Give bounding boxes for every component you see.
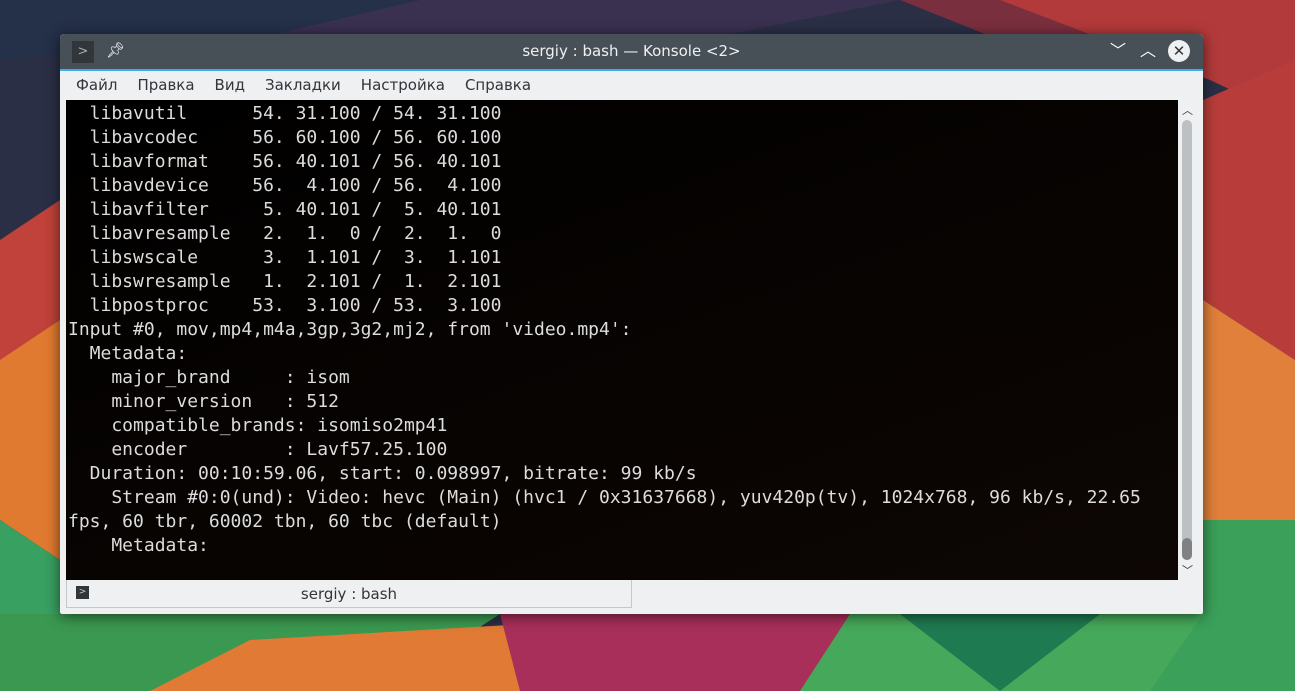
terminal-line: libavfilter 5. 40.101 / 5. 40.101 [68,199,502,220]
menu-help[interactable]: Справка [455,76,541,94]
menu-edit[interactable]: Правка [127,76,204,94]
scrollbar-track[interactable] [1182,120,1192,560]
terminal-line: libswresample 1. 2.101 / 1. 2.101 [68,271,502,292]
scrollbar-thumb[interactable] [1182,538,1192,560]
terminal-line: Stream #0:0(und): Video: hevc (Main) (hv… [68,487,1141,508]
terminal-text: libavutil 54. 31.100 / 54. 31.100 libavc… [66,100,1178,558]
tab-sergiy-bash[interactable]: > sergiy : bash [66,580,632,608]
titlebar[interactable]: > 📌︎ sergiy : bash — Konsole <2> ﹀ ︿ ✕ [60,34,1203,71]
terminal-output[interactable]: libavutil 54. 31.100 / 54. 31.100 libavc… [66,100,1178,580]
konsole-window: > 📌︎ sergiy : bash — Konsole <2> ﹀ ︿ ✕ Ф… [60,34,1203,614]
terminal-line: Metadata: [68,535,209,556]
terminal-line: compatible_brands: isomiso2mp41 [68,415,448,436]
terminal-line: Input #0, mov,mp4,m4a,3gp,3g2,mj2, from … [68,319,632,340]
terminal-line: Metadata: [68,343,188,364]
terminal-line: encoder : Lavf57.25.100 [68,439,448,460]
terminal-line: libavcodec 56. 60.100 / 56. 60.100 [68,127,502,148]
terminal-line: libswscale 3. 1.101 / 3. 1.101 [68,247,502,268]
window-title: sergiy : bash — Konsole <2> [522,42,741,60]
tab-label: sergiy : bash [300,585,398,603]
close-icon[interactable]: ✕ [1168,40,1190,62]
terminal-line: libavformat 56. 40.101 / 56. 40.101 [68,151,502,172]
menu-file[interactable]: Файл [66,76,127,94]
terminal-line: major_brand : isom [68,367,350,388]
terminal-line: Duration: 00:10:59.06, start: 0.098997, … [68,463,697,484]
menu-bookmarks[interactable]: Закладки [255,76,351,94]
terminal-line: libavresample 2. 1. 0 / 2. 1. 0 [68,223,502,244]
menu-settings[interactable]: Настройка [351,76,455,94]
chevron-up-icon[interactable]: ︿ [1136,39,1160,63]
menu-view[interactable]: Вид [205,76,255,94]
chevron-down-icon[interactable]: ﹀ [1106,39,1130,63]
scrollbar[interactable]: ︿ ﹀ [1178,100,1197,580]
menu-bar: Файл Правка Вид Закладки Настройка Справ… [60,71,1203,99]
terminal-line: fps, 60 tbr, 60002 tbn, 60 tbc (default) [68,511,502,532]
scroll-up-icon[interactable]: ︿ [1178,102,1197,118]
terminal-line: libpostproc 53. 3.100 / 53. 3.100 [68,295,502,316]
terminal-line: minor_version : 512 [68,391,339,412]
terminal-line: libavutil 54. 31.100 / 54. 31.100 [68,103,502,124]
terminal-line: libavdevice 56. 4.100 / 56. 4.100 [68,175,502,196]
scroll-down-icon[interactable]: ﹀ [1178,562,1197,578]
